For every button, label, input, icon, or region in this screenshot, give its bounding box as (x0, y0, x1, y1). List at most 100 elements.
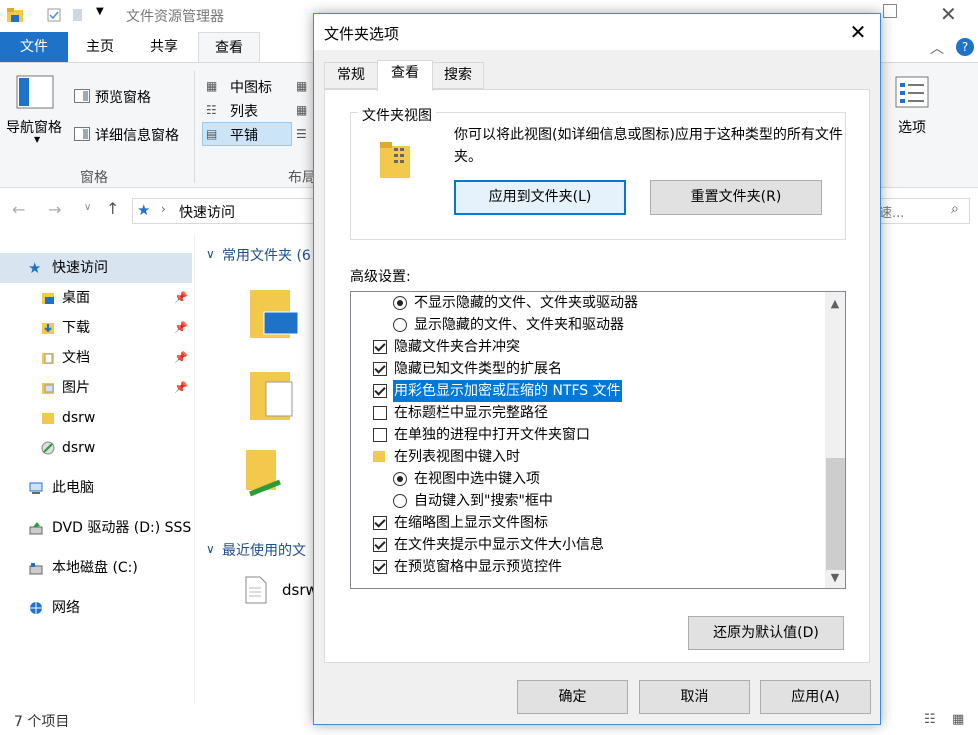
advanced-setting-row[interactable]: 在缩略图上显示文件图标 (351, 512, 821, 534)
properties-icon[interactable] (46, 7, 62, 23)
details-view-icon[interactable]: ☷ (924, 712, 936, 727)
reset-folders-button[interactable]: 重置文件夹(R) (650, 180, 822, 215)
sidebar-item-label: 桌面 (62, 290, 90, 306)
recent-locations-icon[interactable]: ∨ (84, 202, 91, 213)
advanced-setting-row[interactable]: 在列表视图中键入时 (351, 446, 821, 468)
radio-button[interactable] (393, 472, 407, 486)
scroll-down-icon[interactable]: ▼ (825, 568, 845, 588)
advanced-setting-row[interactable]: 在文件夹提示中显示文件大小信息 (351, 534, 821, 556)
advanced-setting-row[interactable]: 隐藏文件夹合并冲突 (351, 336, 821, 358)
dialog-title-bar: 文件夹选项 ✕ (314, 14, 880, 50)
checkbox[interactable] (373, 428, 387, 442)
chevron-down-icon[interactable]: ∨ (206, 542, 215, 556)
tab-share[interactable]: 共享 (138, 32, 190, 62)
checkbox[interactable] (373, 384, 387, 398)
advanced-setting-label: 在标题栏中显示完整路径 (394, 405, 548, 421)
file-icon[interactable] (244, 576, 268, 604)
scroll-up-icon[interactable]: ▲ (825, 294, 845, 314)
details-pane-icon (74, 127, 90, 141)
tab-general[interactable]: 常规 (324, 62, 378, 89)
collapse-ribbon-icon[interactable]: ︿ (930, 38, 944, 58)
network-folder-icon[interactable] (240, 448, 296, 504)
folder-views-title: 文件夹视图 (358, 105, 436, 125)
large-icons-icon[interactable]: ▦ (296, 79, 307, 93)
details-pane-button[interactable]: 详细信息窗格 (95, 125, 179, 145)
advanced-setting-row[interactable]: 在标题栏中显示完整路径 (351, 402, 821, 424)
navigation-pane-button[interactable]: 导航窗格 (6, 117, 62, 137)
checkbox[interactable] (373, 516, 387, 530)
checkbox[interactable] (373, 406, 387, 420)
advanced-setting-row[interactable]: 自动键入到"搜索"框中 (351, 490, 821, 512)
options-button[interactable]: 选项 (898, 117, 926, 137)
pin-icon: 📌 (174, 291, 188, 304)
forward-icon[interactable]: → (48, 200, 61, 219)
apply-button[interactable]: 应用(A) (760, 680, 871, 714)
customize-quick-access-icon[interactable]: ▼ (96, 6, 104, 17)
breadcrumb[interactable]: 快速访问 (179, 202, 235, 222)
medium-icons-icon: ▦ (206, 79, 218, 93)
radio-button[interactable] (393, 296, 407, 310)
ok-button[interactable]: 确定 (517, 680, 628, 714)
recent-files-header[interactable]: 最近使用的文 (222, 540, 306, 560)
advanced-setting-row[interactable]: 隐藏已知文件类型的扩展名 (351, 358, 821, 380)
sidebar-item-desktop[interactable]: 桌面 📌 (0, 283, 192, 313)
radio-button[interactable] (393, 494, 407, 508)
chevron-down-icon[interactable]: ∨ (206, 247, 215, 261)
sidebar-item-local-disk[interactable]: 本地磁盘 (C:) (0, 553, 192, 583)
list-button[interactable]: 列表 (230, 101, 258, 121)
checkbox[interactable] (373, 340, 387, 354)
tab-search[interactable]: 搜索 (432, 62, 484, 89)
pin-icon: 📌 (174, 381, 188, 394)
address-bar[interactable]: ★ › 快速访问 (132, 198, 332, 224)
pin-icon: 📌 (174, 351, 188, 364)
back-icon[interactable]: ← (12, 200, 25, 219)
checkbox[interactable] (373, 362, 387, 376)
preview-pane-icon (74, 89, 90, 103)
desktop-folder-icon[interactable] (246, 286, 302, 342)
advanced-setting-row[interactable]: 在视图中选中键入项 (351, 468, 821, 490)
tab-file[interactable]: 文件 (0, 32, 68, 62)
preview-pane-button[interactable]: 预览窗格 (95, 87, 151, 107)
close-icon[interactable]: ✕ (844, 20, 872, 44)
advanced-setting-row[interactable]: 用彩色显示加密或压缩的 NTFS 文件 (351, 380, 821, 402)
scrollbar-thumb[interactable] (826, 458, 845, 570)
large-icons-view-icon[interactable]: ▦ (952, 712, 964, 727)
radio-button[interactable] (393, 318, 407, 332)
sidebar-item-pictures[interactable]: 图片 📌 (0, 373, 192, 403)
advanced-setting-row[interactable]: 不显示隐藏的文件、文件夹或驱动器 (351, 292, 821, 314)
dialog-title: 文件夹选项 (324, 25, 400, 43)
tab-view[interactable]: 查看 (198, 32, 260, 62)
sidebar-item-documents[interactable]: 文档 📌 (0, 343, 192, 373)
tiles-icon: ▤ (206, 127, 218, 141)
close-window-icon[interactable]: ✕ (940, 2, 957, 26)
maximize-icon[interactable] (883, 4, 897, 18)
help-icon[interactable]: ? (956, 38, 974, 56)
sidebar-item-quick-access[interactable]: ★ 快速访问 (0, 253, 192, 283)
advanced-setting-row[interactable]: 在预览窗格中显示预览控件 (351, 556, 821, 578)
checkbox[interactable] (373, 538, 387, 552)
advanced-setting-row[interactable]: 在单独的进程中打开文件夹窗口 (351, 424, 821, 446)
navigation-pane-icon (16, 75, 54, 109)
advanced-settings-list[interactable]: 不显示隐藏的文件、文件夹或驱动器 显示隐藏的文件、文件夹和驱动器 隐藏文件夹合并冲突… (350, 291, 846, 589)
details-icon[interactable]: ☰ (296, 127, 307, 141)
tab-view-active[interactable]: 查看 (377, 60, 433, 91)
sidebar-item-downloads[interactable]: 下载 📌 (0, 313, 192, 343)
tab-home[interactable]: 主页 (74, 32, 126, 62)
sidebar-item-dsrw-2[interactable]: dsrw (0, 433, 192, 463)
small-icons-icon[interactable]: ▦ (296, 103, 307, 117)
sidebar-item-dvd-drive[interactable]: DVD 驱动器 (D:) SSS (0, 513, 192, 543)
frequent-folders-header[interactable]: 常用文件夹 (6 (222, 245, 311, 265)
sidebar-item-network[interactable]: 网络 (0, 593, 192, 623)
restore-defaults-button[interactable]: 还原为默认值(D) (688, 616, 844, 650)
medium-icons-button[interactable]: 中图标 (230, 77, 272, 97)
sidebar-item-this-pc[interactable]: 此电脑 (0, 473, 192, 503)
cancel-button[interactable]: 取消 (639, 680, 750, 714)
documents-folder-icon[interactable] (246, 368, 302, 424)
new-folder-icon[interactable] (70, 7, 86, 23)
apply-to-folders-button[interactable]: 应用到文件夹(L) (454, 180, 626, 215)
sidebar-item-dsrw-1[interactable]: dsrw (0, 403, 192, 433)
checkbox[interactable] (373, 560, 387, 574)
panes-group-label: 窗格 (80, 170, 108, 186)
advanced-setting-row[interactable]: 显示隐藏的文件、文件夹和驱动器 (351, 314, 821, 336)
up-icon[interactable]: ↑ (106, 199, 119, 218)
